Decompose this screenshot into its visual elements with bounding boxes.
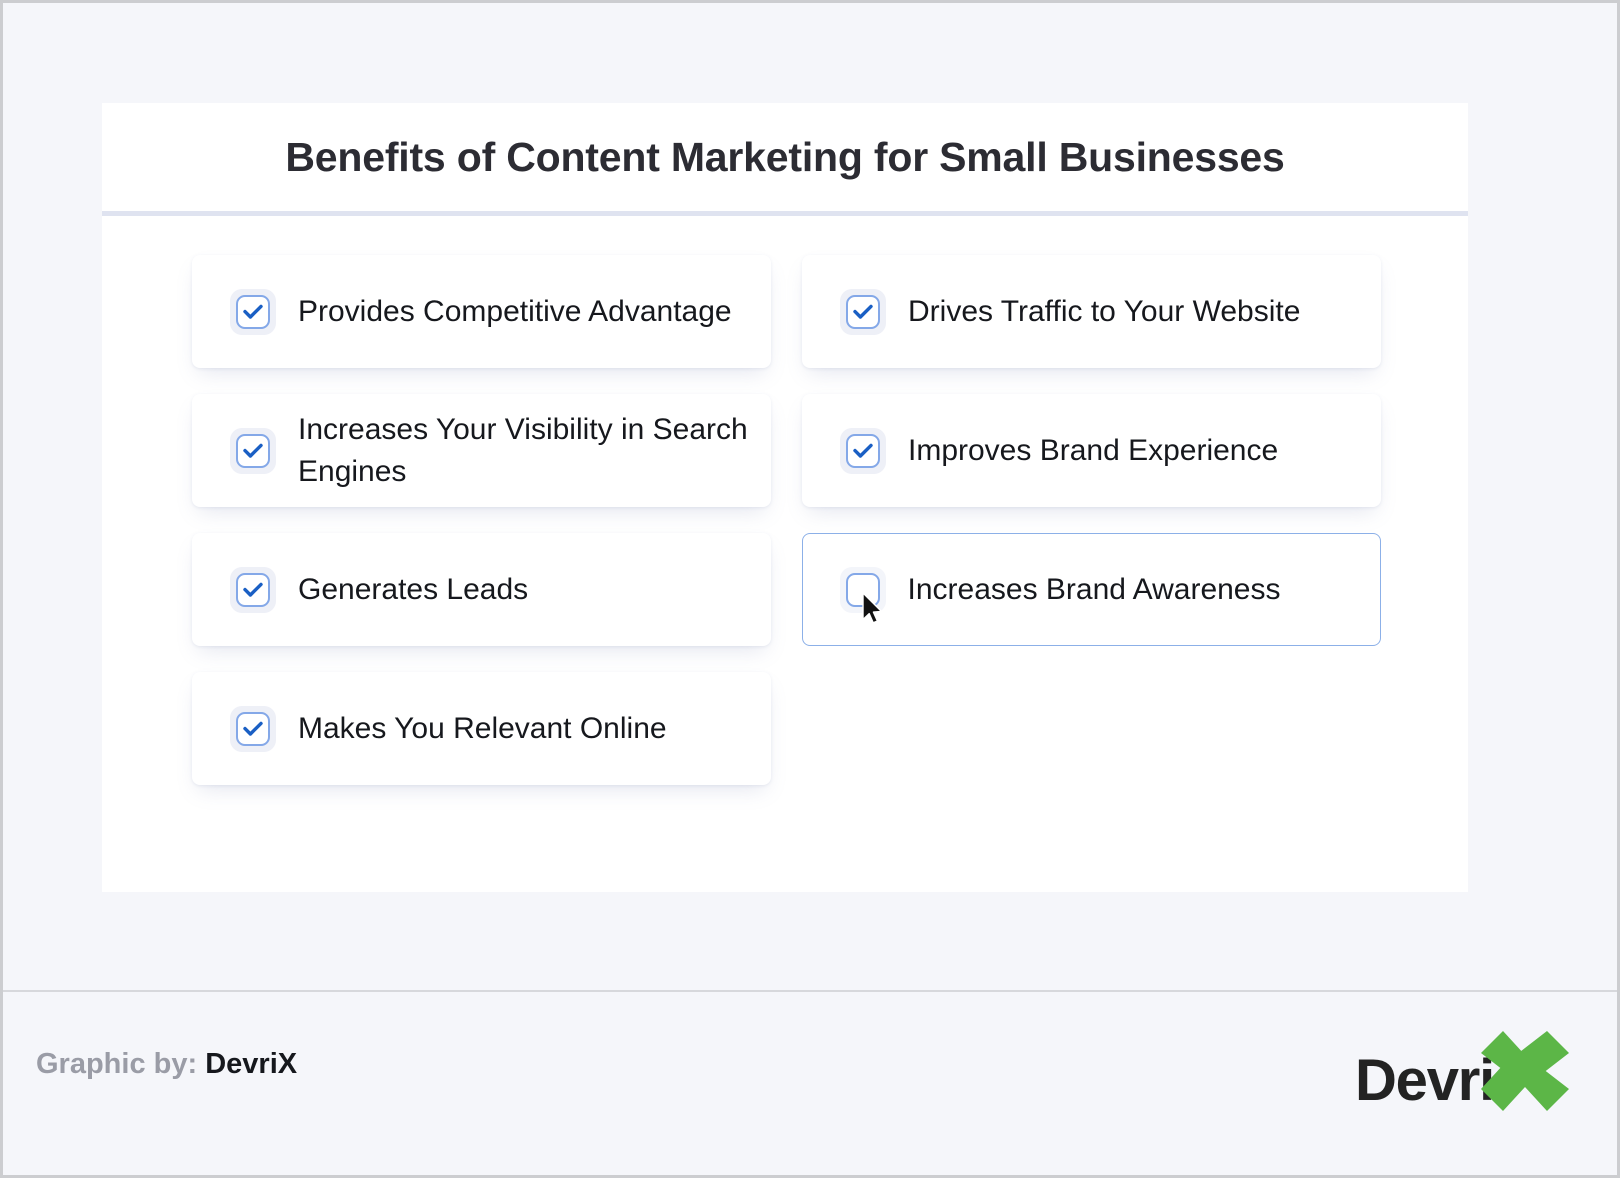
devrix-logo[interactable]: Devri bbox=[1355, 1025, 1585, 1115]
benefits-right-column: Drives Traffic to Your Website Improves … bbox=[802, 255, 1381, 785]
benefit-label: Makes You Relevant Online bbox=[298, 711, 667, 745]
checkbox-wrap[interactable] bbox=[840, 427, 886, 474]
benefit-card[interactable]: Improves Brand Experience bbox=[802, 394, 1381, 507]
benefits-grid: Provides Competitive Advantage Increases… bbox=[192, 255, 1382, 785]
title-block: Benefits of Content Marketing for Small … bbox=[102, 103, 1468, 211]
benefit-card[interactable]: Provides Competitive Advantage bbox=[192, 255, 771, 368]
checkbox-wrap[interactable] bbox=[230, 427, 276, 474]
credit-brand: DevriX bbox=[205, 1048, 298, 1080]
logo-text: Devri bbox=[1355, 1048, 1495, 1113]
benefit-label: Drives Traffic to Your Website bbox=[908, 294, 1301, 328]
benefit-card[interactable]: Makes You Relevant Online bbox=[192, 672, 771, 785]
checkmark-icon bbox=[243, 582, 263, 597]
checkbox-checked[interactable] bbox=[236, 294, 270, 329]
checkmark-icon bbox=[243, 443, 263, 458]
checkmark-icon bbox=[243, 721, 263, 736]
credit-label: Graphic by: bbox=[36, 1048, 198, 1080]
checkbox-wrap[interactable] bbox=[230, 288, 276, 335]
page-title: Benefits of Content Marketing for Small … bbox=[285, 133, 1285, 180]
benefit-label: Provides Competitive Advantage bbox=[298, 294, 732, 328]
benefit-card[interactable]: Drives Traffic to Your Website bbox=[802, 255, 1381, 368]
title-divider bbox=[102, 211, 1468, 216]
benefit-label: Increases Your Visibility in Search Engi… bbox=[298, 413, 748, 488]
checkbox-checked[interactable] bbox=[236, 433, 270, 468]
checkbox-wrap[interactable] bbox=[840, 288, 886, 335]
checkbox-wrap[interactable] bbox=[230, 566, 276, 613]
checkmark-icon bbox=[243, 304, 263, 319]
checkbox-checked[interactable] bbox=[846, 433, 880, 468]
page-stage: Benefits of Content Marketing for Small … bbox=[3, 3, 1617, 1175]
checkbox-checked[interactable] bbox=[236, 572, 270, 607]
footer-credit: Graphic by: DevriX bbox=[36, 1048, 297, 1081]
benefit-label: Increases Brand Awareness bbox=[907, 572, 1281, 606]
logo-x-mark-icon bbox=[1481, 1031, 1569, 1111]
checkmark-icon bbox=[853, 304, 873, 319]
benefit-label: Improves Brand Experience bbox=[908, 433, 1279, 467]
checkbox-wrap[interactable] bbox=[230, 705, 276, 752]
benefit-card[interactable]: Increases Your Visibility in Search Engi… bbox=[192, 394, 771, 507]
benefit-label: Generates Leads bbox=[298, 572, 529, 606]
benefits-left-column: Provides Competitive Advantage Increases… bbox=[192, 255, 771, 785]
benefit-card[interactable]: Generates Leads bbox=[192, 533, 771, 646]
content-panel: Benefits of Content Marketing for Small … bbox=[102, 103, 1468, 892]
checkbox-unchecked[interactable] bbox=[845, 572, 880, 607]
checkbox-wrap[interactable] bbox=[839, 566, 886, 613]
checkmark-icon bbox=[853, 443, 873, 458]
checkbox-checked[interactable] bbox=[846, 294, 880, 329]
benefit-card-active[interactable]: Increases Brand Awareness bbox=[802, 533, 1381, 646]
checkbox-checked[interactable] bbox=[236, 711, 270, 746]
